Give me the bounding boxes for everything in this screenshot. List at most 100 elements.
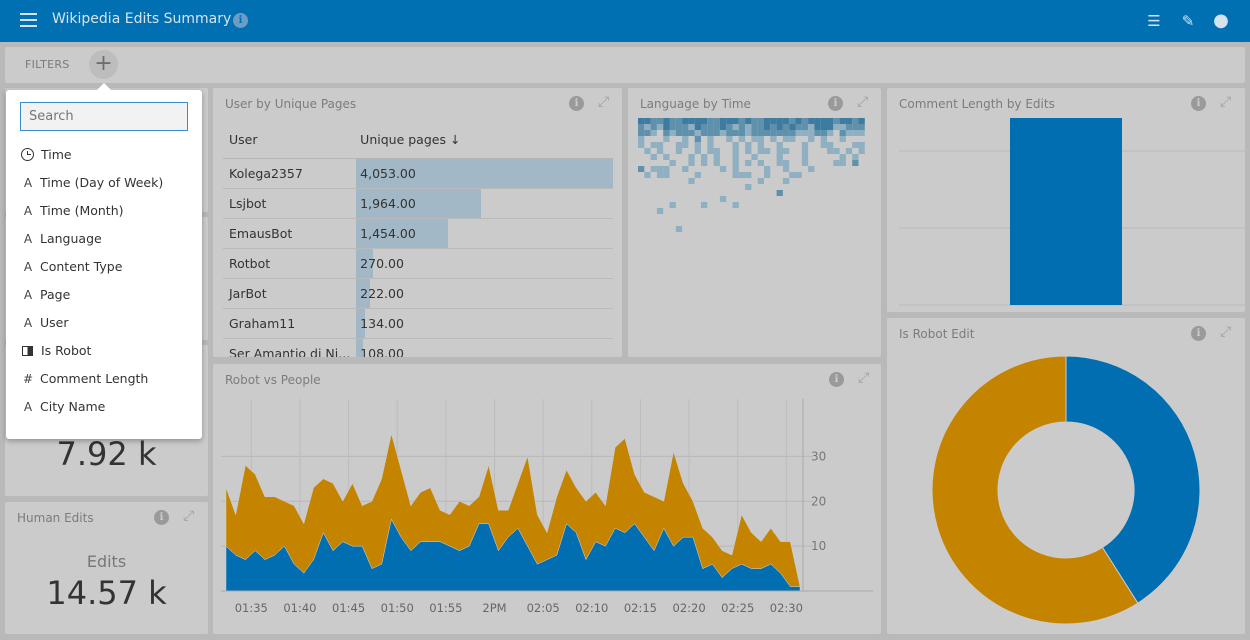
expand-icon[interactable]: ⤢ — [598, 94, 609, 110]
table-row[interactable]: Lsjbot 1,964.00 — [223, 188, 613, 219]
heatmap-cell — [776, 142, 783, 148]
dimension-item[interactable]: A Page — [20, 287, 70, 309]
heatmap-cell — [694, 130, 701, 136]
value-text: 4,053.00 — [360, 165, 416, 181]
heatmap-cell — [757, 142, 764, 148]
edits-label: Edits — [86, 552, 127, 571]
dimension-item[interactable]: A City Name — [20, 399, 105, 421]
heatmap-cell — [808, 118, 815, 124]
table-row[interactable]: Rotbot 270.00 — [223, 248, 613, 279]
x-tick-label: 02:30 — [770, 601, 803, 615]
heatmap-cell — [688, 130, 695, 136]
value-cell: 1,454.00 — [356, 218, 613, 249]
heatmap-cell — [713, 154, 720, 160]
value-text: 222.00 — [360, 285, 404, 301]
dimension-item[interactable]: A Content Type — [20, 259, 123, 281]
info-icon[interactable]: i — [154, 510, 169, 525]
heatmap-cell — [745, 148, 752, 154]
table-row[interactable]: EmausBot 1,454.00 — [223, 218, 613, 249]
x-tick-label: 02:10 — [575, 601, 608, 615]
filter-bar: FILTERS + — [5, 47, 1245, 83]
dimension-label: Content Type — [40, 259, 123, 274]
heatmap-cell — [757, 178, 764, 184]
is-robot-panel: Is Robot Edit i ⤢ — [887, 318, 1245, 634]
heatmap-cell — [801, 148, 809, 154]
user-cell: Graham11 — [223, 308, 357, 339]
heatmap-cell — [656, 142, 664, 148]
dimension-label: City Name — [40, 399, 106, 414]
heatmap-cell — [745, 118, 752, 124]
heatmap-cell — [745, 160, 752, 166]
heatmap-cell — [701, 202, 708, 208]
heatmap-cell — [682, 142, 689, 148]
x-tick-label: 01:50 — [381, 601, 414, 615]
heatmap-cell — [694, 118, 701, 124]
x-tick-label: 02:05 — [527, 601, 560, 615]
dimension-item[interactable]: Is Robot — [20, 343, 91, 365]
heatmap-cell — [808, 136, 815, 142]
edit-icon[interactable]: ✎ — [1179, 12, 1197, 30]
heatmap-cell — [782, 160, 790, 166]
heatmap-cell — [707, 148, 714, 154]
dimension-search-input[interactable] — [20, 102, 188, 131]
heatmap-cell — [726, 124, 733, 130]
add-filter-button[interactable]: + — [89, 50, 118, 79]
language-heatmap[interactable] — [628, 88, 881, 357]
dimension-item[interactable]: A User — [20, 315, 69, 337]
heatmap-cell — [713, 124, 720, 130]
dimension-item[interactable]: # Comment Length — [20, 371, 148, 393]
dashboard-icon[interactable]: ☰ — [1145, 12, 1163, 30]
dimension-label: Time (Day of Week) — [40, 175, 164, 190]
string-icon: A — [23, 176, 33, 190]
heatmap-cell — [858, 148, 865, 154]
table-row[interactable]: JarBot 222.00 — [223, 278, 613, 309]
heatmap-cell — [719, 124, 727, 130]
heatmap-cell — [732, 124, 739, 130]
string-icon: A — [23, 316, 33, 330]
heatmap-cell — [745, 184, 752, 190]
dimension-item[interactable]: A Time (Day of Week) — [20, 175, 163, 197]
heatmap-cell — [814, 130, 821, 136]
dimension-item[interactable]: Time — [20, 147, 72, 169]
info-icon[interactable]: i — [233, 13, 248, 28]
heatmap-cell — [726, 136, 733, 142]
heatmap-cell — [776, 190, 783, 196]
heatmap-cell — [726, 130, 733, 136]
heatmap-cell — [688, 124, 695, 130]
table-row[interactable]: Graham11 134.00 — [223, 308, 613, 339]
dimension-item[interactable]: A Time (Month) — [20, 203, 124, 225]
table-row[interactable]: Kolega2357 4,053.00 — [223, 158, 613, 189]
clock-icon — [21, 148, 34, 161]
heatmap-cell — [675, 124, 683, 130]
user-table-panel: User by Unique Pages i ⤢ User Unique pag… — [213, 88, 622, 357]
heatmap-cell — [827, 142, 834, 148]
heatmap-cell — [852, 154, 859, 160]
account-icon[interactable]: ● — [1212, 12, 1230, 30]
dimension-label: User — [40, 315, 69, 330]
heatmap-cell — [751, 136, 758, 142]
heatmap-cell — [694, 136, 701, 142]
heatmap-cell — [638, 142, 645, 148]
column-header-user[interactable]: User — [223, 122, 357, 159]
heatmap-cell — [732, 202, 739, 208]
expand-icon[interactable]: ⤢ — [183, 508, 194, 524]
value-text: 1,964.00 — [360, 195, 416, 211]
info-icon[interactable]: i — [569, 96, 584, 111]
dimension-item[interactable]: A Language — [20, 231, 102, 253]
value-cell: 1,964.00 — [356, 188, 613, 219]
heatmap-cell — [644, 172, 651, 178]
x-tick-label: 02:15 — [624, 601, 657, 615]
heatmap-cell — [833, 148, 840, 154]
comment-length-bar[interactable] — [1010, 118, 1122, 305]
menu-icon[interactable] — [20, 13, 37, 27]
x-tick-label: 01:55 — [429, 601, 462, 615]
heatmap-cell — [833, 160, 840, 166]
top-bar: Wikipedia Edits Summary i ☰ ✎ ● — [0, 0, 1250, 42]
table-row[interactable]: Ser Amantio di Ni... 108.00 — [223, 338, 613, 357]
column-header-unique-pages[interactable]: Unique pages ↓ — [356, 122, 613, 159]
dimension-label: Language — [40, 231, 102, 246]
heatmap-cell — [638, 124, 645, 130]
heatmap-cell — [732, 160, 739, 166]
heatmap-cell — [738, 118, 746, 124]
heatmap-cell — [719, 196, 727, 202]
